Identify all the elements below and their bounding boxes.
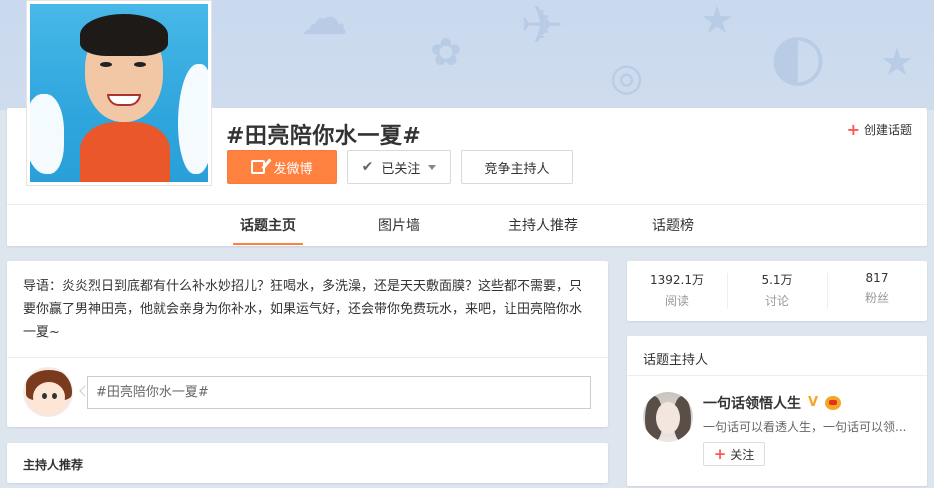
tab-topic-home[interactable]: 话题主页 <box>233 215 303 235</box>
host-name[interactable]: 一句话领悟人生 <box>703 393 801 413</box>
intro-card: 导语：炎炎烈日到底都有什么补水妙招儿？狂喝水，多洗澡，还是天天敷面膜？这些都不需… <box>7 261 608 427</box>
swirl-icon: ◎ <box>610 55 644 99</box>
tab-topic-ranking[interactable]: 话题榜 <box>643 215 703 235</box>
stat-discussions-label: 讨论 <box>764 294 789 308</box>
host-name-row: 一句话领悟人生 V <box>703 393 841 413</box>
check-icon: ✔ <box>361 159 374 175</box>
stat-reads-label: 阅读 <box>664 294 689 308</box>
plus-icon: + <box>846 119 860 139</box>
create-topic-label: 创建话题 <box>863 123 912 137</box>
flower-icon: ✿ <box>430 30 462 74</box>
topic-host-card: 话题主持人 一句话领悟人生 V 一句话可以看透人生，一句话可以领... + 关注 <box>627 336 927 486</box>
stat-fans-value: 817 <box>865 271 889 285</box>
stat-fans[interactable]: 817 粉丝 <box>827 271 927 306</box>
host-recommend-title: 主持人推荐 <box>23 458 84 472</box>
compete-host-label: 竞争主持人 <box>484 161 550 177</box>
avatar[interactable] <box>23 367 73 417</box>
compete-host-button[interactable]: 竞争主持人 <box>461 150 573 184</box>
ball-icon: ◐ <box>770 20 826 94</box>
host-follow-label: 关注 <box>730 447 755 462</box>
post-weibo-button[interactable]: 发微博 <box>227 150 337 184</box>
compose-input[interactable] <box>87 376 591 409</box>
host-section-title: 话题主持人 <box>643 353 709 368</box>
crown-icon <box>825 396 841 410</box>
active-tab-indicator <box>233 243 303 245</box>
host-description: 一句话可以看透人生，一句话可以领... <box>703 420 907 434</box>
plane-icon: ✈ <box>520 0 564 56</box>
star-icon: ★ <box>880 40 915 84</box>
tab-host-recommend[interactable]: 主持人推荐 <box>495 215 591 235</box>
intro-divider <box>7 357 608 358</box>
topic-stats-card: 1392.1万 阅读 5.1万 讨论 817 粉丝 <box>627 261 927 321</box>
star-icon: ★ <box>700 0 735 42</box>
followed-label: 已关注 <box>381 161 421 177</box>
intro-text: 导语：炎炎烈日到底都有什么补水妙招儿？狂喝水，多洗澡，还是天天敷面膜？这些都不需… <box>23 279 583 340</box>
plus-icon: + <box>713 445 727 463</box>
compose-icon <box>251 160 266 174</box>
stat-reads: 1392.1万 阅读 <box>627 271 727 309</box>
host-avatar[interactable] <box>643 392 693 442</box>
cloud-icon: ☁ <box>300 0 348 46</box>
topic-tabs: 话题主页 图片墙 主持人推荐 话题榜 <box>7 205 927 245</box>
stat-fans-label: 粉丝 <box>864 291 889 305</box>
topic-title: #田亮陪你水一夏# <box>226 124 422 149</box>
stat-reads-value: 1392.1万 <box>650 273 704 287</box>
verified-v-icon: V <box>807 395 819 410</box>
stat-discussions: 5.1万 讨论 <box>727 271 827 309</box>
host-recommend-card: 主持人推荐 <box>7 443 608 483</box>
topic-avatar-image <box>30 4 208 182</box>
followed-dropdown-button[interactable]: ✔ 已关注 <box>347 150 451 184</box>
topic-avatar[interactable] <box>26 0 212 186</box>
tab-photo-wall[interactable]: 图片墙 <box>369 215 429 235</box>
host-card-divider <box>627 375 927 376</box>
host-follow-button[interactable]: + 关注 <box>703 442 765 466</box>
post-weibo-label: 发微博 <box>273 161 313 177</box>
create-topic-link[interactable]: + 创建话题 <box>847 121 912 138</box>
stat-discussions-value: 5.1万 <box>761 273 793 287</box>
chevron-down-icon <box>428 164 437 170</box>
